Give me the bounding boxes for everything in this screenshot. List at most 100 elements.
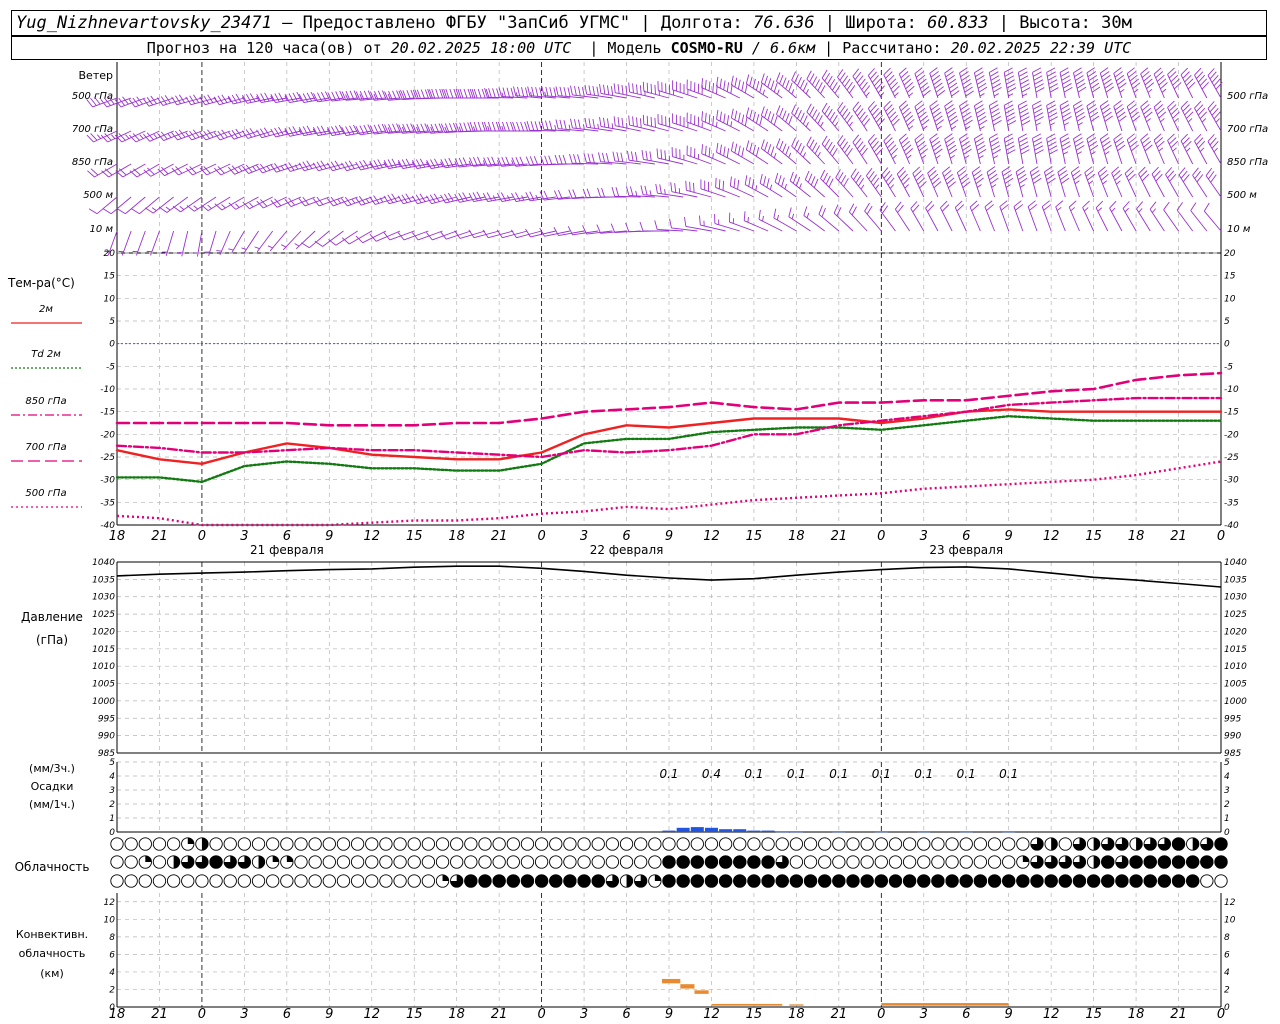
- wind-barb: [714, 214, 740, 232]
- cloud-cover-circle: [733, 837, 747, 851]
- cloud-cover-fill: [902, 874, 917, 888]
- wind-barb: [956, 166, 971, 198]
- cloud-cover-circle: [832, 855, 846, 869]
- wind-barb: [355, 230, 387, 244]
- wind-barb: [228, 230, 245, 254]
- cloud-cover-circle: [450, 855, 464, 869]
- wind-barb: [1059, 67, 1073, 99]
- cloud-cover-circle: [690, 837, 704, 851]
- conv-bar: [694, 990, 709, 994]
- wind-barb: [369, 230, 401, 242]
- conv-hour-label: 9: [665, 1007, 673, 1022]
- wind-barb: [1046, 100, 1058, 132]
- wind-barb: [657, 114, 684, 132]
- temp-ytick-right: 5: [1224, 317, 1230, 327]
- cloud-cover-circle: [294, 837, 308, 851]
- wind-barb: [1068, 200, 1080, 232]
- conv-hour-label: 0: [1217, 1007, 1225, 1022]
- wind-barb: [1073, 133, 1085, 165]
- wind-barb: [1032, 67, 1045, 99]
- prec-amount-label: 0.1: [787, 767, 806, 781]
- pres-ytick-right: 1035: [1224, 575, 1247, 585]
- pres-ytick-left: 1020: [92, 627, 115, 637]
- wind-level-label-right: 850 гПа: [1227, 157, 1268, 168]
- cloud-cover-circle: [350, 837, 365, 851]
- cloud-cover-circle: [223, 837, 237, 851]
- temp-hour-label: 12: [703, 529, 720, 544]
- cloud-cover-circle: [365, 855, 379, 869]
- wind-barb: [657, 81, 684, 99]
- cloud-cover-fill: [1093, 837, 1100, 851]
- wind-barb: [1151, 166, 1165, 198]
- wind-barb: [1207, 101, 1222, 132]
- wind-barb: [852, 68, 871, 99]
- temp-ytick-right: -20: [1224, 430, 1239, 440]
- cloud-cover-fill: [1101, 855, 1115, 869]
- conv-ytick-left: 10: [104, 915, 116, 925]
- cloud-cover-fill: [534, 874, 549, 888]
- cloud-cover-circle: [902, 837, 917, 851]
- convective-panel: 12 12 10 10 8 8 6 6 4 4 2 2 0 0 Конвективн. облачность (…: [16, 893, 1236, 1022]
- temp-hour-label: 0: [1217, 529, 1225, 544]
- wind-barb: [1003, 67, 1017, 99]
- wind-barb: [1153, 67, 1168, 99]
- wind-barb: [701, 144, 726, 165]
- cloud-cover-fill: [676, 855, 690, 869]
- wind-barb: [837, 135, 854, 165]
- wind-barb: [1190, 202, 1208, 232]
- wind-barb: [672, 80, 698, 99]
- temp-ytick-right: -15: [1224, 408, 1239, 418]
- cloud-cover-fill: [747, 855, 761, 869]
- wind-barb: [804, 170, 825, 198]
- wind-barb: [925, 200, 939, 232]
- cloud-cover-fill: [1214, 855, 1228, 869]
- cloud-cover-circle: [662, 837, 676, 851]
- cloud-cover-fill: [1115, 874, 1129, 888]
- cloud-cover-circle: [322, 874, 336, 888]
- conv-hour-label: 12: [1043, 1007, 1060, 1022]
- cloud-cover-circle: [379, 855, 393, 869]
- cloud-cover-circle: [209, 837, 223, 851]
- conv-hour-label: 21: [831, 1007, 848, 1022]
- cloud-cover-fill: [973, 874, 988, 888]
- wind-barb: [1180, 100, 1194, 132]
- wind-barb: [656, 148, 684, 165]
- cloud-cover-circle: [931, 855, 945, 869]
- prec-bar: [832, 831, 846, 833]
- cloud-cover-circle: [365, 874, 379, 888]
- conv-hour-label: 15: [746, 1007, 763, 1022]
- wind-barb: [973, 100, 988, 132]
- conv-ytick-right: 6: [1224, 950, 1230, 960]
- cloud-cover-circle: [563, 855, 577, 869]
- wind-barb: [999, 200, 1010, 232]
- wind-barb: [1124, 166, 1137, 198]
- cloud-cover-circle: [506, 855, 520, 869]
- temp-ytick-right: -35: [1224, 498, 1239, 508]
- temp-ytick-left: 15: [104, 272, 116, 282]
- pres-ytick-right: 1025: [1224, 610, 1247, 620]
- wind-barb: [146, 230, 160, 256]
- wind-barb: [1122, 201, 1137, 232]
- cloud-cover-fill: [209, 855, 223, 869]
- prec-ytick-right: 5: [1224, 758, 1230, 768]
- wind-level-label-right: 10 м: [1227, 224, 1251, 235]
- cloud-cover-fill: [747, 874, 761, 888]
- conv-ytick-left: 12: [104, 898, 116, 908]
- temp-ytick-left: -10: [100, 385, 115, 395]
- wind-barb: [803, 206, 825, 232]
- conv-hour-label: 0: [877, 1007, 885, 1022]
- wind-barb: [912, 166, 927, 198]
- cloud-panel: Облачность: [15, 837, 1228, 888]
- temp-hour-label: 0: [877, 529, 885, 544]
- wind-barb: [1013, 200, 1024, 232]
- cloud-cover-circle: [648, 855, 662, 869]
- wind-barb: [671, 147, 698, 165]
- wind-barb: [1205, 167, 1222, 198]
- prec-ytick-right: 1: [1224, 814, 1230, 824]
- conv-unit: (км): [40, 967, 64, 980]
- cloud-cover-fill: [442, 874, 449, 881]
- wind-barb: [837, 69, 856, 99]
- cloud-cover-circle: [393, 874, 407, 888]
- wind-barb: [791, 137, 811, 165]
- cloud-cover-circle: [917, 837, 931, 851]
